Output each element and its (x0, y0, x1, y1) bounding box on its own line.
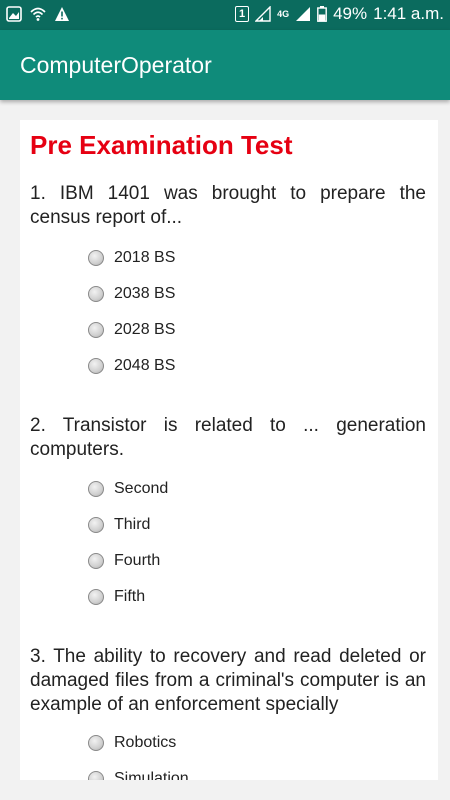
radio-button[interactable] (88, 481, 104, 497)
radio-button[interactable] (88, 286, 104, 302)
radio-button[interactable] (88, 735, 104, 751)
question-2-option-2[interactable]: Third (88, 510, 150, 540)
network-type: 4G (277, 8, 290, 19)
question-2-option-4[interactable]: Fifth (88, 582, 145, 612)
option-label: Second (114, 480, 169, 497)
question-3-option-2[interactable]: Simulation (88, 764, 189, 780)
status-left (6, 6, 70, 22)
question-1-text: 1. IBM 1401 was brought to prepare the c… (30, 183, 426, 228)
question-1-option-4[interactable]: 2048 BS (88, 351, 175, 381)
battery-icon (317, 6, 327, 22)
question-1-option-1[interactable]: 2018 BS (88, 243, 175, 273)
status-right: 1 4G 49% 1:41 a.m. (234, 4, 444, 24)
option-label: 2018 BS (114, 249, 176, 266)
question-1-option-3[interactable]: 2028 BS (88, 315, 175, 345)
option-label: Simulation (114, 770, 189, 780)
option-label: 2038 BS (114, 285, 176, 302)
question-card: Pre Examination Test 1. IBM 1401 was bro… (20, 120, 438, 780)
option-label: Fifth (114, 588, 146, 605)
radio-button[interactable] (88, 322, 104, 338)
option-label: Fourth (114, 552, 161, 569)
radio-button[interactable] (88, 358, 104, 374)
radio-button[interactable] (88, 553, 104, 569)
cellular-signal-icon (296, 7, 311, 21)
status-bar: 1 4G 49% 1:41 a.m. (0, 0, 450, 30)
option-label: Robotics (114, 734, 177, 751)
option-label: 2028 BS (114, 321, 176, 338)
radio-button[interactable] (88, 589, 104, 605)
radio-button[interactable] (88, 517, 104, 533)
question-1-option-2[interactable]: 2038 BS (88, 279, 175, 309)
radio-button[interactable] (88, 771, 104, 780)
page-title: Pre Examination Test (30, 130, 293, 160)
question-3-option-1[interactable]: Robotics (88, 728, 176, 758)
app-bar: ComputerOperator (0, 30, 450, 100)
gallery-icon (6, 6, 22, 22)
wifi-icon (30, 7, 46, 21)
radio-button[interactable] (88, 250, 104, 266)
battery-percent: 49% (333, 4, 368, 23)
warning-icon (55, 7, 69, 21)
option-label: 2048 BS (114, 357, 176, 374)
question-2-option-1[interactable]: Second (88, 474, 168, 504)
question-3-text: 3. The ability to recovery and read dele… (30, 646, 426, 715)
question-2-option-3[interactable]: Fourth (88, 546, 160, 576)
clock: 1:41 a.m. (373, 4, 444, 23)
signal-icon (255, 6, 271, 22)
app-title: ComputerOperator (20, 52, 212, 78)
question-2-text: 2. Transistor is related to ... generati… (30, 415, 426, 460)
sim-indicator: 1 (234, 6, 250, 22)
option-label: Third (114, 516, 151, 533)
